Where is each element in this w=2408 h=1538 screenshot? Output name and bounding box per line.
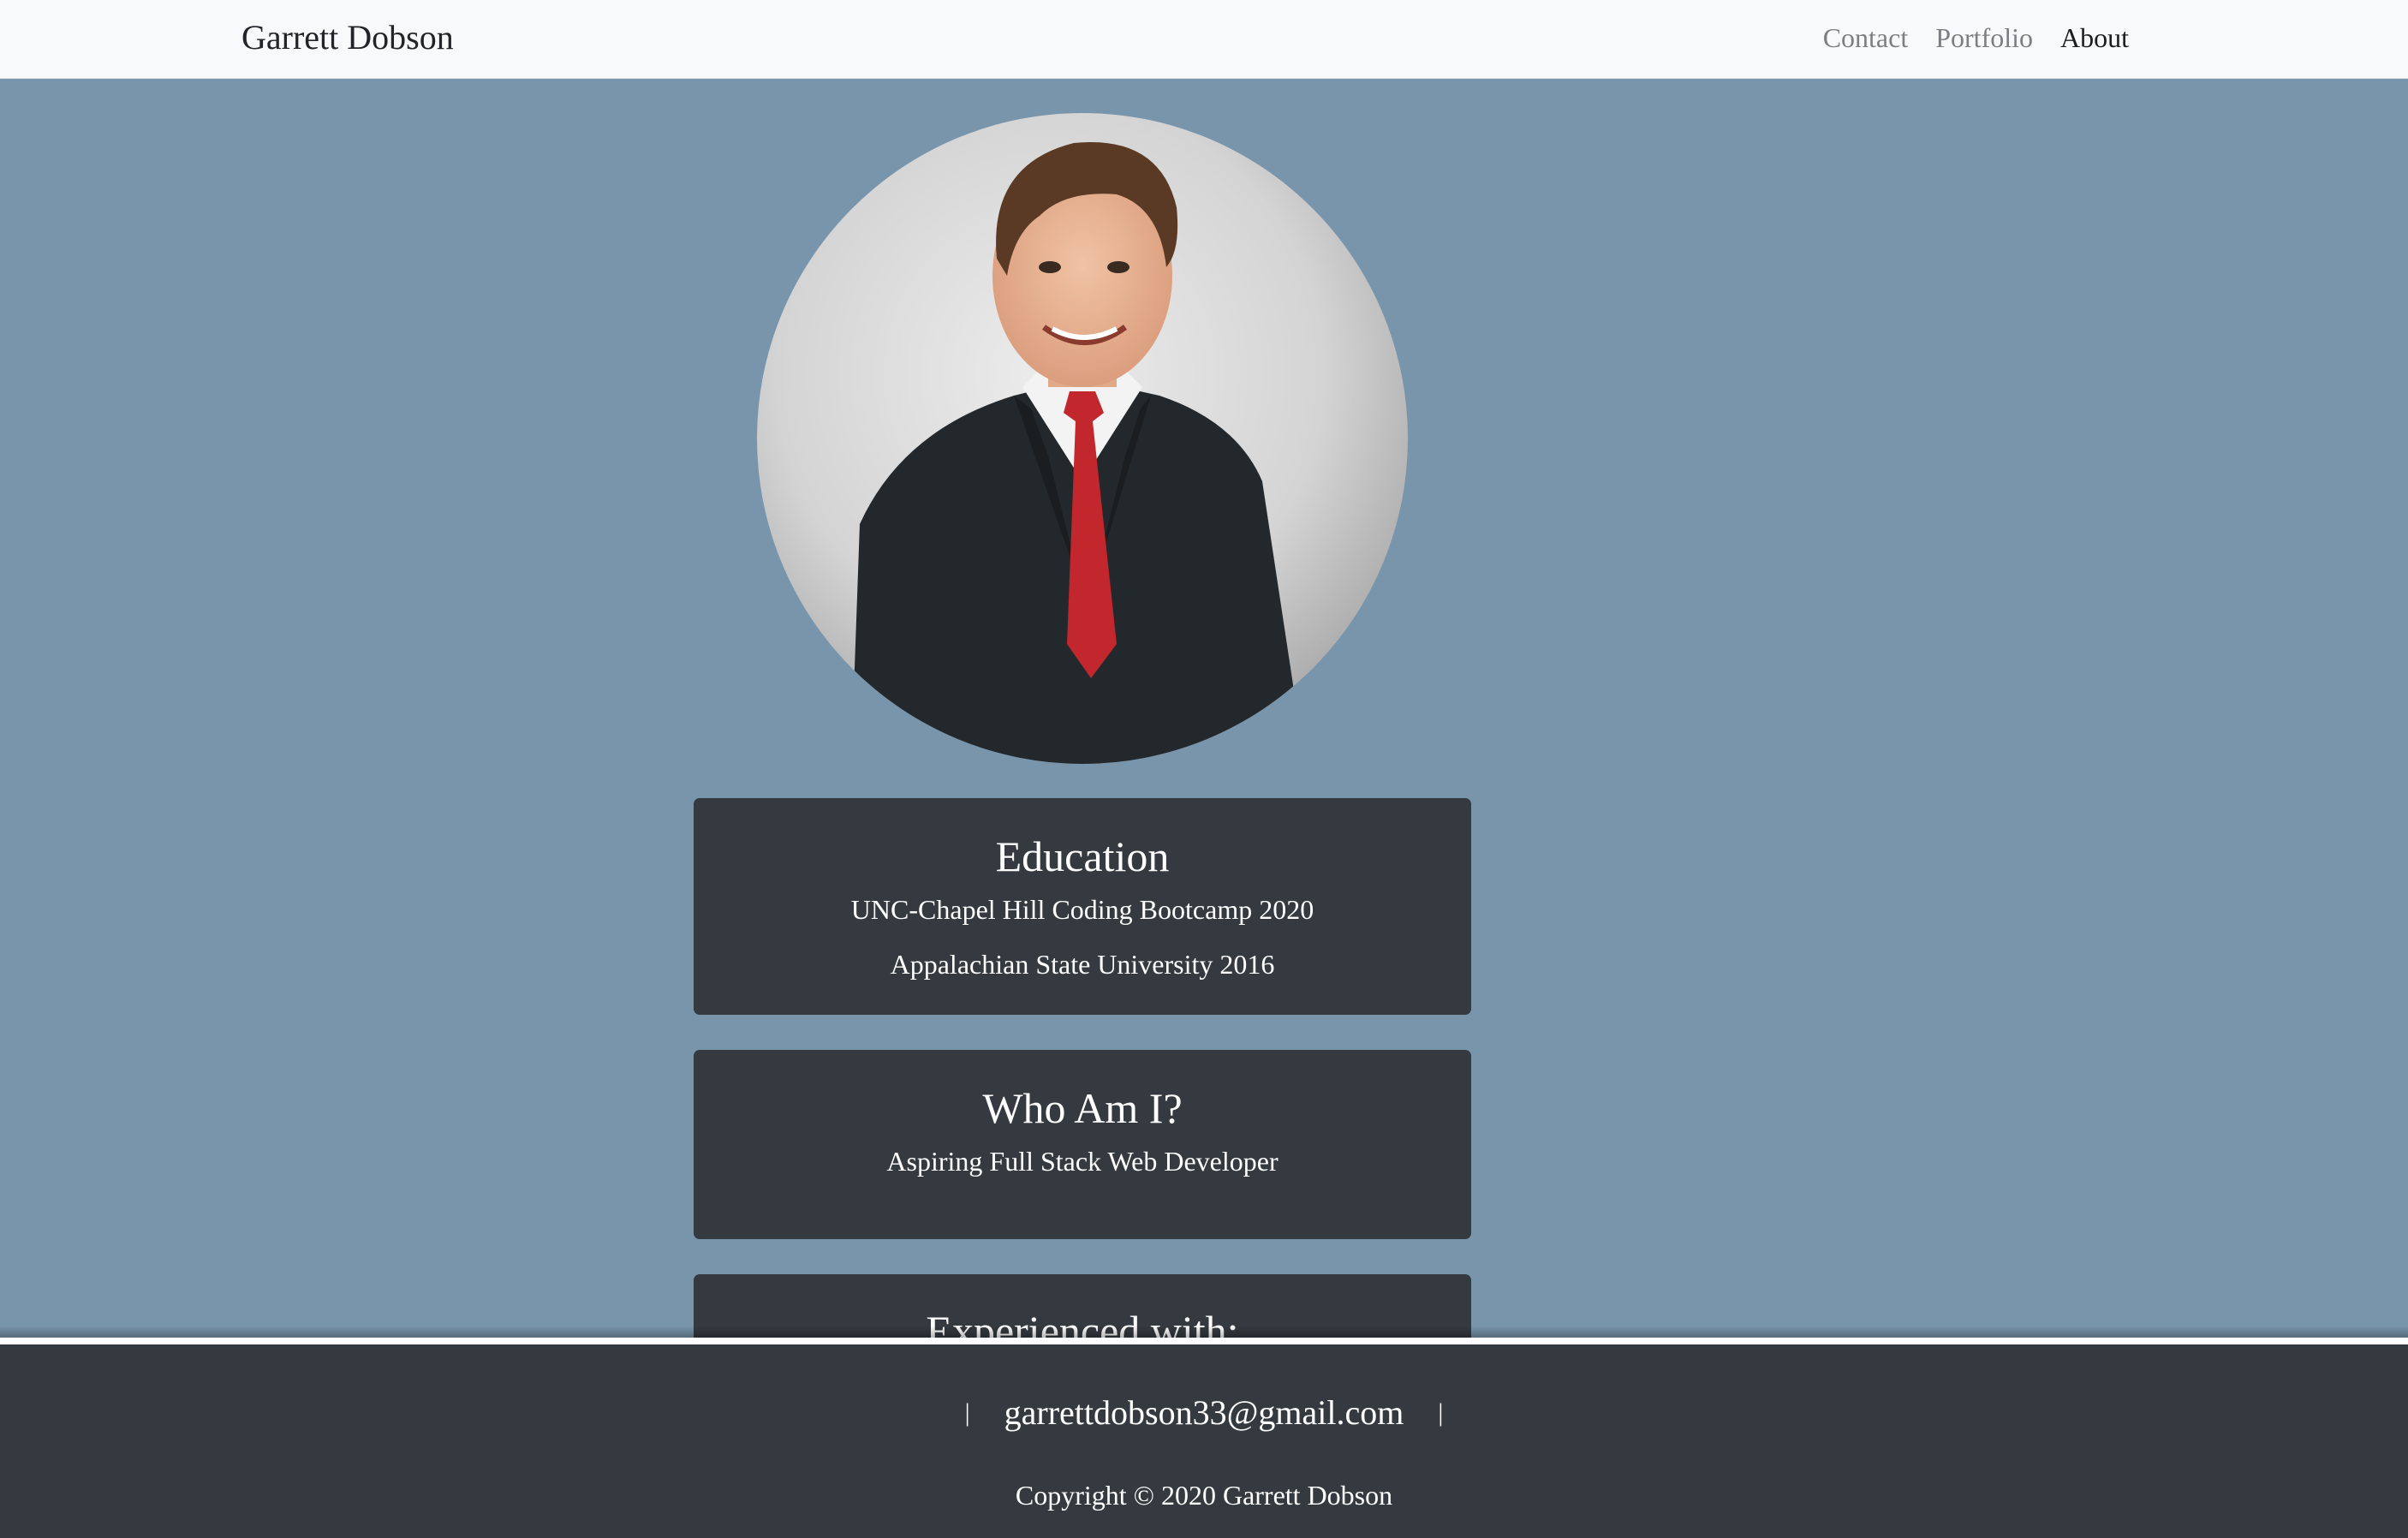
profile-photo-icon <box>757 113 1408 764</box>
who-am-i-title: Who Am I? <box>982 1084 1183 1132</box>
divider: | <box>1438 1398 1444 1427</box>
nav-link-portfolio[interactable]: Portfolio <box>1935 19 2033 57</box>
brand-link[interactable]: Garrett Dobson <box>241 15 454 60</box>
nav-links: Contact Portfolio About <box>1823 19 2129 57</box>
email-link[interactable]: garrettdobson33@gmail.com <box>1004 1387 1404 1439</box>
who-am-i-text: Aspiring Full Stack Web Developer <box>886 1146 1279 1177</box>
nav-link-about[interactable]: About <box>2060 19 2129 57</box>
copyright-text: Copyright © 2020 Garrett Dobson <box>1015 1480 1393 1511</box>
education-item: UNC-Chapel Hill Coding Bootcamp 2020 <box>850 894 1314 925</box>
divider: | <box>964 1398 970 1427</box>
profile-photo <box>757 113 1408 764</box>
navbar: Garrett Dobson Contact Portfolio About <box>0 0 2408 79</box>
education-card: Education UNC-Chapel Hill Coding Bootcam… <box>694 798 1471 1015</box>
education-item: Appalachian State University 2016 <box>890 949 1275 980</box>
who-am-i-card: Who Am I? Aspiring Full Stack Web Develo… <box>694 1050 1471 1239</box>
education-title: Education <box>995 832 1170 880</box>
footer: | garrettdobson33@gmail.com | Copyright … <box>0 1338 2408 1538</box>
footer-contact-row: | garrettdobson33@gmail.com | <box>0 1387 2408 1439</box>
nav-link-contact[interactable]: Contact <box>1823 19 1909 57</box>
